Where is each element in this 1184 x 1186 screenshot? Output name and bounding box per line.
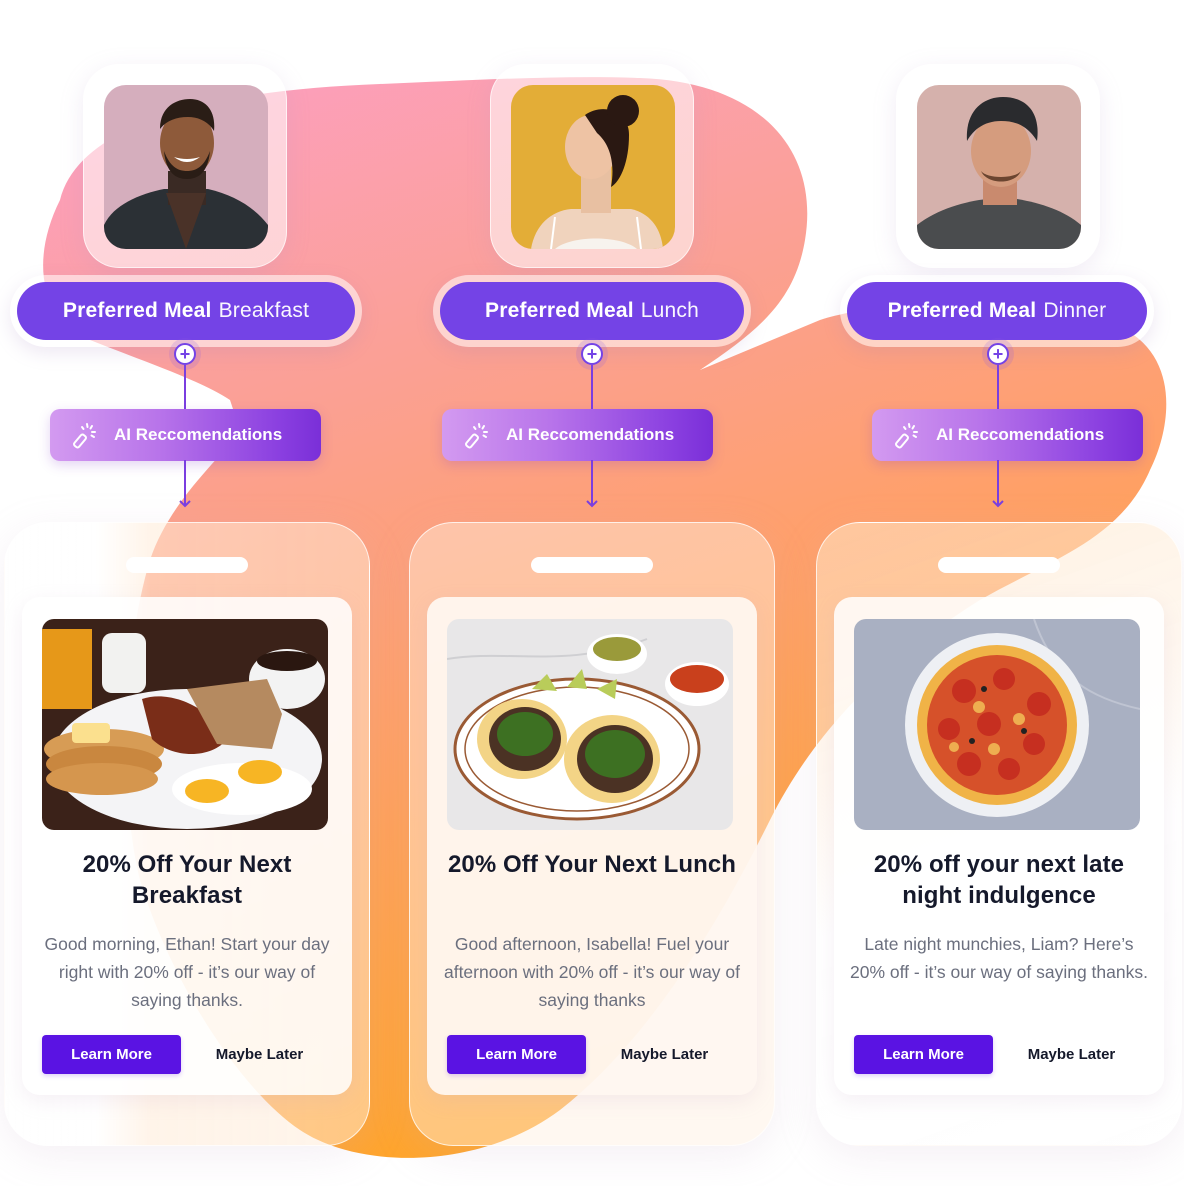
- phone-notch: [938, 557, 1060, 573]
- connector-line: [591, 365, 593, 410]
- preferred-meal-pill[interactable]: Preferred Meal Dinner: [847, 282, 1147, 340]
- add-node-plus-icon[interactable]: +: [581, 343, 603, 365]
- ai-recommendations-label: AI Reccomendations: [936, 425, 1105, 444]
- preferred-meal-pill-frame: Preferred Meal Breakfast: [10, 275, 362, 347]
- arrow-down-icon: [992, 496, 1004, 508]
- breakfast-plate-photo-icon: [42, 619, 328, 830]
- magic-wand-icon: [465, 423, 488, 449]
- phone-mockup: 20% Off Your Next Lunch Good afternoon, …: [409, 522, 775, 1146]
- ai-recommendations-chip[interactable]: AI Reccomendations: [50, 409, 321, 461]
- offer-card: 20% Off Your Next Lunch Good afternoon, …: [427, 597, 757, 1095]
- preferred-meal-value: Lunch: [640, 299, 699, 322]
- preferred-meal-pill-frame: Preferred Meal Dinner: [840, 275, 1154, 347]
- flow-column-lunch: Preferred Meal Lunch + AI Reccomendation…: [404, 0, 784, 1186]
- person-photo-icon: [511, 85, 675, 249]
- offer-message: Good afternoon, Isabella! Fuel your afte…: [443, 934, 741, 1010]
- offer-title: 20% Off Your Next Lunch: [447, 851, 737, 878]
- preferred-meal-label: Preferred Meal: [485, 299, 634, 322]
- preferred-meal-value: Breakfast: [218, 299, 310, 322]
- tacos-plate-photo-icon: [447, 619, 733, 830]
- offer-card: 20% Off Your Next Breakfast Good morning…: [22, 597, 352, 1095]
- avatar-frame: [490, 64, 694, 268]
- avatar-frame: [83, 64, 287, 268]
- add-node-plus-icon[interactable]: +: [174, 343, 196, 365]
- preferred-meal-label: Preferred Meal: [887, 299, 1037, 322]
- offer-message: Late night munchies, Liam? Here’s 20% of…: [850, 934, 1148, 982]
- arrow-down-icon: [179, 496, 191, 508]
- phone-notch: [531, 557, 653, 573]
- ai-recommendations-chip[interactable]: AI Reccomendations: [442, 409, 713, 461]
- phone-mockup: 20% Off Your Next Breakfast Good morning…: [4, 522, 370, 1146]
- ai-recommendations-label: AI Reccomendations: [506, 425, 675, 444]
- learn-more-button[interactable]: Learn More: [447, 1035, 586, 1074]
- food-image: [854, 619, 1140, 830]
- preferred-meal-value: Dinner: [1043, 299, 1107, 322]
- ai-recommendations-chip[interactable]: AI Reccomendations: [872, 409, 1143, 461]
- offer-title: 20% off your next late night indulgence: [873, 851, 1125, 909]
- flow-column-breakfast: Preferred Meal Breakfast + AI Reccomenda…: [0, 0, 380, 1186]
- avatar: [917, 85, 1081, 249]
- offer-message: Good morning, Ethan! Start your day righ…: [44, 934, 330, 1010]
- food-image: [447, 619, 733, 830]
- person-photo-icon: [917, 85, 1081, 249]
- magic-wand-icon: [73, 423, 96, 449]
- add-node-plus-icon[interactable]: +: [987, 343, 1009, 365]
- ai-recommendations-label: AI Reccomendations: [114, 425, 283, 444]
- offer-title: 20% Off Your Next Breakfast: [82, 851, 292, 909]
- maybe-later-button[interactable]: Maybe Later: [597, 1035, 732, 1074]
- learn-more-button[interactable]: Learn More: [854, 1035, 993, 1074]
- magic-wand-icon: [895, 423, 918, 449]
- phone-notch: [126, 557, 248, 573]
- connector-line: [184, 365, 186, 410]
- learn-more-button[interactable]: Learn More: [42, 1035, 181, 1074]
- person-photo-icon: [104, 85, 268, 249]
- food-image: [42, 619, 328, 830]
- offer-card: 20% off your next late night indulgence …: [834, 597, 1164, 1095]
- flow-column-dinner: Preferred Meal Dinner + AI Reccomendatio…: [810, 0, 1184, 1186]
- avatar-frame: [896, 64, 1100, 268]
- phone-mockup: 20% off your next late night indulgence …: [816, 522, 1182, 1146]
- avatar: [104, 85, 268, 249]
- preferred-meal-label: Preferred Meal: [62, 299, 212, 322]
- maybe-later-button[interactable]: Maybe Later: [1004, 1035, 1139, 1074]
- arrow-down-icon: [586, 496, 598, 508]
- maybe-later-button[interactable]: Maybe Later: [192, 1035, 327, 1074]
- avatar: [511, 85, 675, 249]
- connector-line: [997, 365, 999, 410]
- preferred-meal-pill[interactable]: Preferred Meal Lunch: [440, 282, 744, 340]
- pizza-photo-icon: [854, 619, 1140, 830]
- preferred-meal-pill[interactable]: Preferred Meal Breakfast: [17, 282, 355, 340]
- preferred-meal-pill-frame: Preferred Meal Lunch: [433, 275, 751, 347]
